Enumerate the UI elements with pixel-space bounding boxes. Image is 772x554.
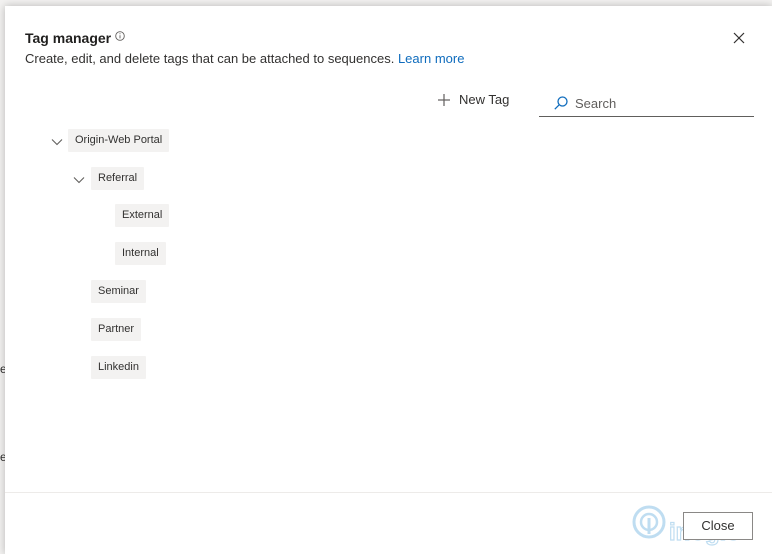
dialog-subtitle: Create, edit, and delete tags that can b… xyxy=(25,51,395,66)
info-icon[interactable] xyxy=(115,31,125,41)
tag-external[interactable]: External xyxy=(115,204,170,227)
tag-internal[interactable]: Internal xyxy=(115,242,166,265)
learn-more-link[interactable]: Learn more xyxy=(398,51,464,66)
search-icon xyxy=(554,96,568,110)
chevron-down-icon[interactable] xyxy=(73,174,85,186)
footer-divider xyxy=(5,492,772,493)
dialog-header: Tag manager xyxy=(25,30,125,46)
new-tag-label: New Tag xyxy=(459,92,510,107)
plus-icon xyxy=(438,93,450,106)
tag-manager-dialog: Tag manager Create, edit, and delete tag… xyxy=(5,6,772,554)
tag-partner[interactable]: Partner xyxy=(91,318,142,341)
tag-origin-web-portal[interactable]: Origin-Web Portal xyxy=(68,129,170,152)
dialog-title: Tag manager xyxy=(25,30,112,46)
new-tag-button[interactable]: New Tag xyxy=(437,92,509,107)
tag-linkedin[interactable]: Linkedin xyxy=(91,356,146,379)
search-input[interactable] xyxy=(575,95,745,111)
tag-seminar[interactable]: Seminar xyxy=(91,280,146,303)
tag-referral[interactable]: Referral xyxy=(91,167,145,190)
chevron-down-icon[interactable] xyxy=(51,136,63,148)
close-icon[interactable] xyxy=(731,30,747,46)
search-box[interactable] xyxy=(539,90,754,117)
dialog-description: Create, edit, and delete tags that can b… xyxy=(25,51,464,66)
close-button[interactable]: Close xyxy=(683,512,753,540)
